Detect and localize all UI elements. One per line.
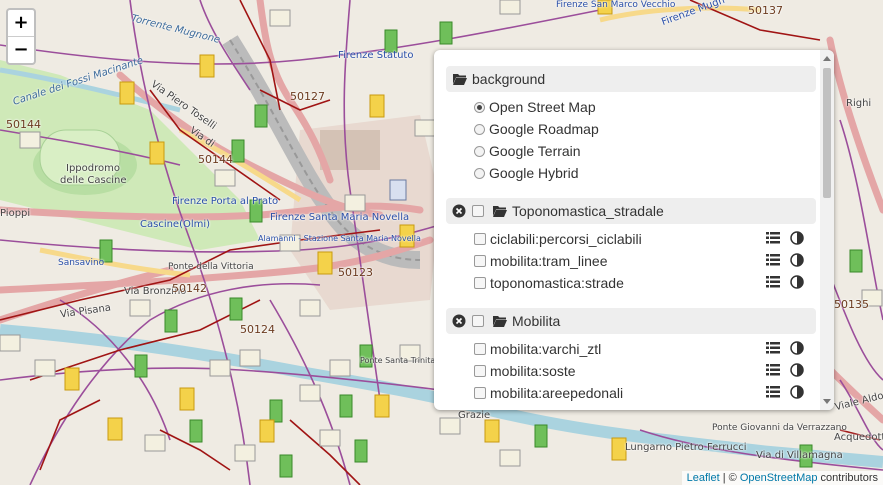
overlay-group-header[interactable]: Toponomastica_stradale: [446, 198, 816, 224]
map-label-statuto: Firenze Statuto: [338, 50, 414, 61]
map-label-cascine-olmi: Cascine(Olmi): [140, 219, 211, 230]
map-label-acquedotto: Acquedotto dell'Ancona: [834, 432, 883, 443]
map-label-ponte-trinita: Ponte Santa Trinita: [360, 356, 436, 365]
overlay-group-header[interactable]: Mobilita: [446, 308, 816, 334]
layer-checkbox[interactable]: [474, 255, 486, 267]
remove-circle-icon[interactable]: [452, 204, 466, 218]
list-icon[interactable]: [766, 363, 780, 377]
map-label-lungarno: Lungarno Pietro Ferrucci: [625, 442, 747, 453]
map-label-grazie: Grazie: [458, 410, 491, 421]
layer-label: mobilita:tram_linee: [490, 253, 608, 269]
folder-open-icon: [493, 206, 507, 217]
scroll-thumb[interactable]: [823, 68, 831, 198]
map-label-ponte-verrazzano: Ponte Giovanni da Verrazzano: [712, 423, 847, 433]
base-layer-radio[interactable]: [474, 145, 485, 157]
map-label-righi: Righi: [846, 98, 872, 109]
overlay-layer-row[interactable]: toponomastica:strade: [446, 272, 816, 294]
list-icon[interactable]: [766, 341, 780, 355]
map-attribution: Leaflet | © OpenStreetMap contributors: [681, 471, 883, 485]
group-checkbox[interactable]: [472, 205, 484, 217]
remove-circle-icon[interactable]: [452, 314, 466, 328]
opacity-icon[interactable]: [790, 231, 804, 245]
map-label-ponte-vittoria: Ponte della Vittoria: [168, 262, 254, 272]
layer-checkbox[interactable]: [474, 233, 486, 245]
base-layer-radio[interactable]: [474, 167, 485, 179]
opacity-icon[interactable]: [790, 363, 804, 377]
osm-link[interactable]: OpenStreetMap: [740, 472, 818, 484]
list-icon[interactable]: [766, 385, 780, 399]
base-layer-label: Google Hybrid: [489, 165, 579, 181]
list-icon[interactable]: [766, 275, 780, 289]
list-icon[interactable]: [766, 231, 780, 245]
map-label-postcode: 50127: [290, 90, 325, 103]
map-label-postcode: 50123: [338, 266, 373, 279]
layer-label: ciclabili:percorsi_ciclabili: [490, 231, 642, 247]
map-label-postcode: 50135: [834, 298, 869, 311]
map-label-postcode: 50144: [198, 153, 233, 166]
layer-checkbox[interactable]: [474, 387, 486, 399]
scroll-up-arrow-icon[interactable]: [823, 56, 831, 61]
map-label-cascine-park: delle Cascine: [60, 175, 127, 186]
layer-checkbox[interactable]: [474, 365, 486, 377]
group-checkbox[interactable]: [472, 315, 484, 327]
map-label-postcode: 50144: [6, 118, 41, 131]
base-layer-option[interactable]: Open Street Map: [446, 96, 816, 118]
group-label: Mobilita: [512, 313, 561, 329]
map-label-sansavino: Sansavino: [58, 258, 105, 268]
overlay-layer-row[interactable]: mobilita:soste: [446, 360, 816, 382]
map-label-villamagna: Via di Villamagna: [756, 450, 843, 461]
layer-label: toponomastica:strade: [490, 275, 624, 291]
folder-open-icon: [453, 74, 467, 85]
overlay-layer-row[interactable]: mobilita:varchi_ztl: [446, 338, 816, 360]
map-label-smn: Firenze Santa Maria Novella: [270, 212, 410, 223]
layer-list: background Open Street Map Google Roadma…: [446, 66, 816, 404]
list-icon[interactable]: [766, 253, 780, 267]
base-layer-option[interactable]: Google Terrain: [446, 140, 816, 162]
layer-checkbox[interactable]: [474, 277, 486, 289]
map-label-ippodromo: Ippodromo: [66, 163, 120, 174]
background-group-header[interactable]: background: [446, 66, 816, 92]
group-label: Toponomastica_stradale: [512, 203, 664, 219]
layer-label: mobilita:varchi_ztl: [490, 341, 602, 357]
opacity-icon[interactable]: [790, 385, 804, 399]
scroll-down-arrow-icon[interactable]: [823, 399, 831, 404]
zoom-in-button[interactable]: +: [8, 10, 34, 37]
leaflet-link[interactable]: Leaflet: [687, 472, 720, 484]
layer-label: mobilita:areepedonali: [490, 385, 624, 401]
layer-switcher-panel: background Open Street Map Google Roadma…: [434, 50, 834, 410]
map-label-alamanni: Alamanni - Stazione Santa Maria Novella: [258, 234, 421, 243]
overlay-layer-row[interactable]: mobilita:tram_linee: [446, 250, 816, 272]
background-group-label: background: [472, 71, 546, 87]
attribution-suffix: contributors: [817, 472, 878, 484]
layer-label: mobilita:soste: [490, 363, 576, 379]
map-label-postcode: 50137: [748, 4, 783, 17]
attribution-separator: | ©: [719, 472, 740, 484]
zoom-out-button[interactable]: −: [8, 37, 34, 63]
opacity-icon[interactable]: [790, 253, 804, 267]
opacity-icon[interactable]: [790, 341, 804, 355]
base-layer-option[interactable]: Google Roadmap: [446, 118, 816, 140]
layer-checkbox[interactable]: [474, 343, 486, 355]
base-layer-option[interactable]: Google Hybrid: [446, 162, 816, 184]
map-label-san-marco: Firenze San Marco Vecchio: [556, 0, 676, 10]
base-layer-radio[interactable]: [474, 101, 485, 113]
map-label-postcode: 50124: [240, 323, 275, 336]
folder-open-icon: [493, 316, 507, 327]
overlay-layer-row[interactable]: ciclabili:percorsi_ciclabili: [446, 228, 816, 250]
panel-scrollbar[interactable]: [820, 50, 834, 410]
map-label-porta-prato: Firenze Porta al Prato: [172, 196, 279, 207]
opacity-icon[interactable]: [790, 275, 804, 289]
base-layer-label: Google Roadmap: [489, 121, 599, 137]
base-layer-label: Open Street Map: [489, 99, 596, 115]
base-layer-radio[interactable]: [474, 123, 485, 135]
base-layer-label: Google Terrain: [489, 143, 581, 159]
map-label-pioppi: Pioppi: [0, 208, 31, 219]
zoom-control: + −: [6, 8, 36, 65]
map-label-postcode: 50142: [172, 282, 207, 295]
overlay-layer-row[interactable]: mobilita:areepedonali: [446, 382, 816, 404]
